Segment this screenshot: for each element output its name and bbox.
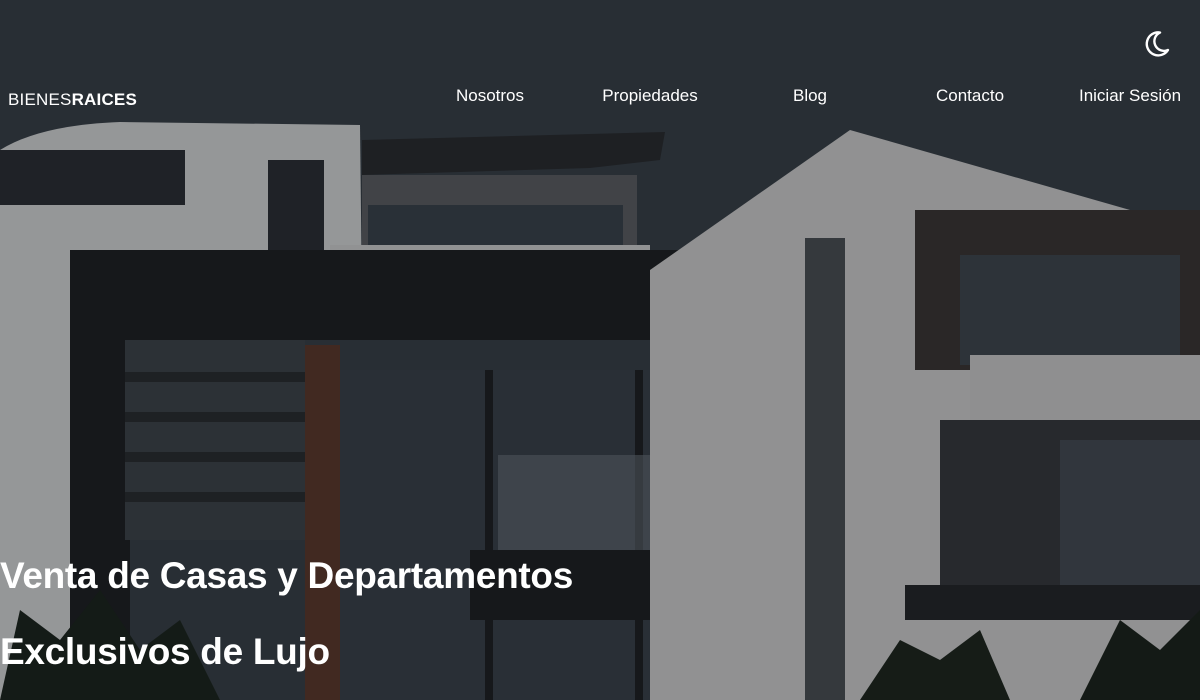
hero-headline-line1: Venta de Casas y Departamentos: [0, 555, 573, 596]
nav-link-propiedades[interactable]: Propiedades: [602, 86, 697, 106]
hero-section: BIENES RAICES Nosotros Propiedades Blog C…: [0, 0, 1200, 700]
moon-icon: [1145, 31, 1170, 57]
logo-text-bold: RAICES: [71, 90, 137, 109]
nav-link-contacto[interactable]: Contacto: [936, 86, 1004, 106]
hero-headline-line2: Exclusivos de Lujo: [0, 631, 330, 672]
main-navigation: Nosotros Propiedades Blog Contacto Inici…: [410, 86, 1190, 110]
site-logo[interactable]: BIENES RAICES: [8, 90, 137, 110]
nav-link-iniciar-sesion[interactable]: Iniciar Sesión: [1079, 86, 1181, 106]
nav-link-nosotros[interactable]: Nosotros: [456, 86, 524, 106]
hero-headline: Venta de Casas y Departamentos Exclusivo…: [0, 538, 573, 690]
logo-text-light: BIENES: [8, 90, 72, 109]
dark-mode-toggle[interactable]: [1138, 26, 1174, 62]
nav-link-blog[interactable]: Blog: [793, 86, 827, 106]
